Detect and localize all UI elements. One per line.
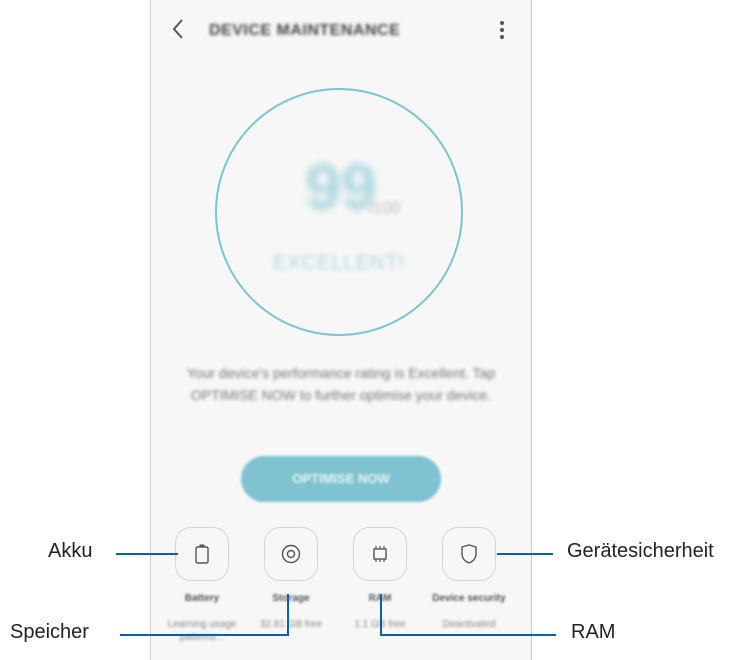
device-security-label: Device security [432, 593, 506, 604]
device-maintenance-screen: DEVICE MAINTENANCE 99 /100 EXCELLENT! Yo… [150, 0, 532, 660]
shield-icon [461, 544, 477, 564]
callout-line-speicher-v [287, 594, 289, 636]
battery-button[interactable]: Battery Learning usage patterns... [157, 527, 247, 644]
back-button[interactable] [171, 18, 193, 44]
callout-line-ram-h [380, 634, 556, 636]
more-vertical-icon [497, 21, 507, 39]
battery-status: Learning usage patterns... [167, 619, 237, 643]
storage-icon [281, 544, 301, 564]
performance-rating: EXCELLENT! [272, 252, 406, 274]
battery-label: Battery [184, 593, 220, 604]
security-icon-box [442, 527, 496, 581]
performance-description: Your device's performance rating is Exce… [186, 365, 496, 403]
callout-line-ram-v [380, 594, 382, 636]
battery-icon-box [175, 527, 229, 581]
storage-status: 32.81 GB free [259, 619, 323, 630]
memory-chip-icon [373, 546, 387, 562]
storage-button[interactable]: Storage 32.81 GB free [246, 527, 336, 631]
callout-line-akku [116, 553, 178, 555]
chevron-left-icon [172, 19, 183, 39]
callout-speicher: Speicher [10, 621, 89, 643]
app-header: DEVICE MAINTENANCE [151, 0, 531, 62]
optimise-now-button[interactable]: OPTIMISE NOW [241, 456, 441, 502]
callout-akku: Akku [48, 540, 93, 562]
battery-icon [195, 544, 209, 564]
device-security-status: Deactivated [442, 619, 496, 630]
callout-ram: RAM [571, 621, 616, 643]
page-title: DEVICE MAINTENANCE [209, 22, 401, 39]
more-options-button[interactable] [497, 18, 507, 44]
ram-icon-box [353, 527, 407, 581]
callout-line-geraetesicherheit [497, 553, 553, 555]
device-security-button[interactable]: Device security Deactivated [424, 527, 514, 631]
callout-line-speicher-h [120, 634, 289, 636]
performance-score-unit: /100 [369, 200, 401, 217]
callout-geraetesicherheit: Gerätesicherheit [567, 540, 714, 562]
storage-icon-box [264, 527, 318, 581]
storage-label: Storage [272, 593, 310, 604]
performance-score-ring: 99 /100 EXCELLENT! [215, 88, 463, 336]
